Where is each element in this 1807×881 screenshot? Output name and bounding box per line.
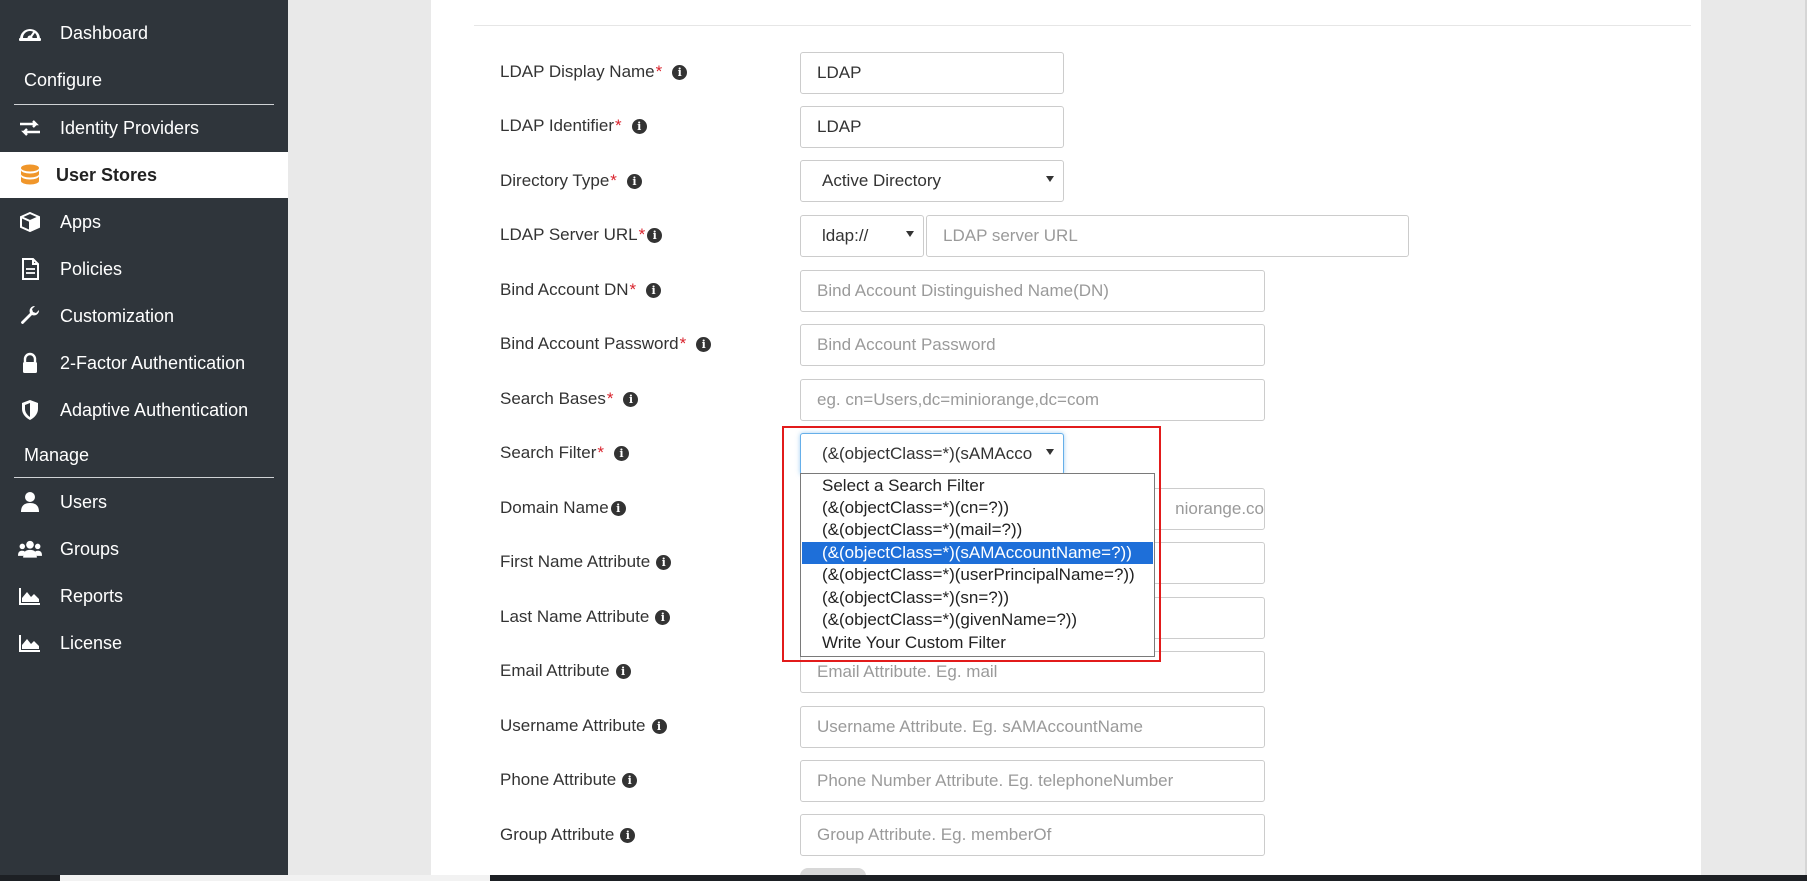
phone-attribute-input[interactable]: Phone Number Attribute. Eg. telephoneNum… <box>800 760 1265 802</box>
sidebar-item-users[interactable]: Users <box>0 479 288 525</box>
ldap-server-url-input[interactable]: LDAP server URL <box>926 215 1409 257</box>
sidebar-item-label: Customization <box>60 306 175 326</box>
label-ldap-display-name: LDAP Display Name * i <box>500 60 688 84</box>
info-icon[interactable]: i <box>655 609 671 625</box>
search-bases-input[interactable]: eg. cn=Users,dc=miniorange,dc=com <box>800 379 1265 421</box>
ldap-identifier-input[interactable]: LDAP <box>800 106 1064 148</box>
label-bind-account-password: Bind Account Password * i <box>500 332 712 356</box>
info-icon[interactable]: i <box>696 336 712 352</box>
dashboard-icon <box>18 23 42 43</box>
label-last-name-attribute: Last Name Attribute i <box>500 605 671 629</box>
sidebar-item-apps[interactable]: Apps <box>0 199 288 245</box>
info-icon[interactable]: i <box>631 118 647 134</box>
sidebar: Dashboard Configure Identity Providers U… <box>0 0 288 881</box>
sidebar-item-label: User Stores <box>56 165 158 185</box>
section-divider <box>14 477 274 478</box>
ldap-display-name-input[interactable]: LDAP <box>800 52 1064 94</box>
label-ldap-server-url: LDAP Server URL * i <box>500 223 663 247</box>
bind-account-password-input[interactable]: Bind Account Password <box>800 324 1265 366</box>
info-icon[interactable]: i <box>647 227 663 243</box>
sidebar-item-policies[interactable]: Policies <box>0 246 288 292</box>
label-search-filter: Search Filter * i <box>500 441 629 465</box>
sidebar-item-label: 2-Factor Authentication <box>60 353 246 373</box>
label-username-attribute: Username Attribute i <box>500 714 667 738</box>
group-icon <box>18 539 42 559</box>
info-icon[interactable]: i <box>623 391 639 407</box>
label-directory-type: Directory Type * i <box>500 169 642 193</box>
info-icon[interactable]: i <box>614 445 629 461</box>
username-attribute-input[interactable]: Username Attribute. Eg. sAMAccountName <box>800 706 1265 748</box>
label-domain-name: Domain Name i <box>500 496 626 520</box>
label-first-name-attribute: First Name Attribute i <box>500 550 672 574</box>
group-attribute-input[interactable]: Group Attribute. Eg. memberOf <box>800 814 1265 856</box>
sidebar-item-label: Reports <box>60 586 124 606</box>
sidebar-item-label: Groups <box>60 539 120 559</box>
info-icon[interactable]: i <box>615 663 631 679</box>
cube-icon <box>18 212 42 232</box>
sidebar-item-label: Policies <box>60 259 123 279</box>
info-icon[interactable]: i <box>651 718 667 734</box>
sidebar-item-identity-providers[interactable]: Identity Providers <box>0 105 288 151</box>
sidebar-item-label: Dashboard <box>60 23 149 43</box>
chevron-down-icon <box>1046 176 1054 182</box>
info-icon[interactable]: i <box>622 772 638 788</box>
chevron-down-icon <box>906 231 914 237</box>
sidebar-item-label: Apps <box>60 212 102 232</box>
label-email-attribute: Email Attribute i <box>500 659 631 683</box>
info-icon[interactable]: i <box>620 827 636 843</box>
info-icon[interactable]: i <box>626 173 642 189</box>
area-chart-icon <box>18 586 42 606</box>
database-icon <box>18 164 42 185</box>
area-chart-icon <box>18 633 42 653</box>
lock-icon <box>18 352 42 373</box>
sidebar-item-user-stores[interactable]: User Stores <box>0 152 288 198</box>
wrench-icon <box>18 305 42 326</box>
info-icon[interactable]: i <box>656 554 672 570</box>
shield-icon <box>18 400 42 420</box>
exchange-arrows-icon <box>18 118 42 138</box>
sidebar-item-reports[interactable]: Reports <box>0 573 288 619</box>
sidebar-item-customization[interactable]: Customization <box>0 293 288 339</box>
sidebar-item-label: Adaptive Authentication <box>60 400 249 420</box>
sidebar-item-license[interactable]: License <box>0 620 288 666</box>
label-ldap-identifier: LDAP Identifier * i <box>500 114 647 138</box>
document-icon <box>18 258 42 280</box>
sidebar-item-adaptive-auth[interactable]: Adaptive Authentication <box>0 387 288 433</box>
annotation-highlight-box <box>782 426 1161 662</box>
info-icon[interactable]: i <box>672 64 688 80</box>
ldap-protocol-select[interactable]: ldap:// <box>800 215 924 257</box>
bind-account-dn-input[interactable]: Bind Account Distinguished Name(DN) <box>800 270 1265 312</box>
sidebar-item-label: Identity Providers <box>60 118 200 138</box>
info-icon[interactable]: i <box>646 282 662 298</box>
section-manage: Manage <box>24 445 90 465</box>
sidebar-item-groups[interactable]: Groups <box>0 526 288 572</box>
label-search-bases: Search Bases * i <box>500 387 639 411</box>
taskbar-segment <box>60 875 490 881</box>
label-phone-attribute: Phone Attribute i <box>500 768 638 792</box>
panel-divider <box>474 25 1691 26</box>
info-icon[interactable]: i <box>610 500 626 516</box>
section-configure: Configure <box>24 70 103 90</box>
sidebar-item-dashboard[interactable]: Dashboard <box>0 10 288 56</box>
label-bind-account-dn: Bind Account DN * i <box>500 278 662 302</box>
sidebar-item-label: Users <box>60 492 108 512</box>
sidebar-item-label: License <box>60 633 123 653</box>
sidebar-item-2fa[interactable]: 2-Factor Authentication <box>0 340 288 386</box>
user-icon <box>18 492 42 512</box>
label-group-attribute: Group Attribute i <box>500 823 636 847</box>
directory-type-select[interactable]: Active Directory <box>800 160 1064 202</box>
